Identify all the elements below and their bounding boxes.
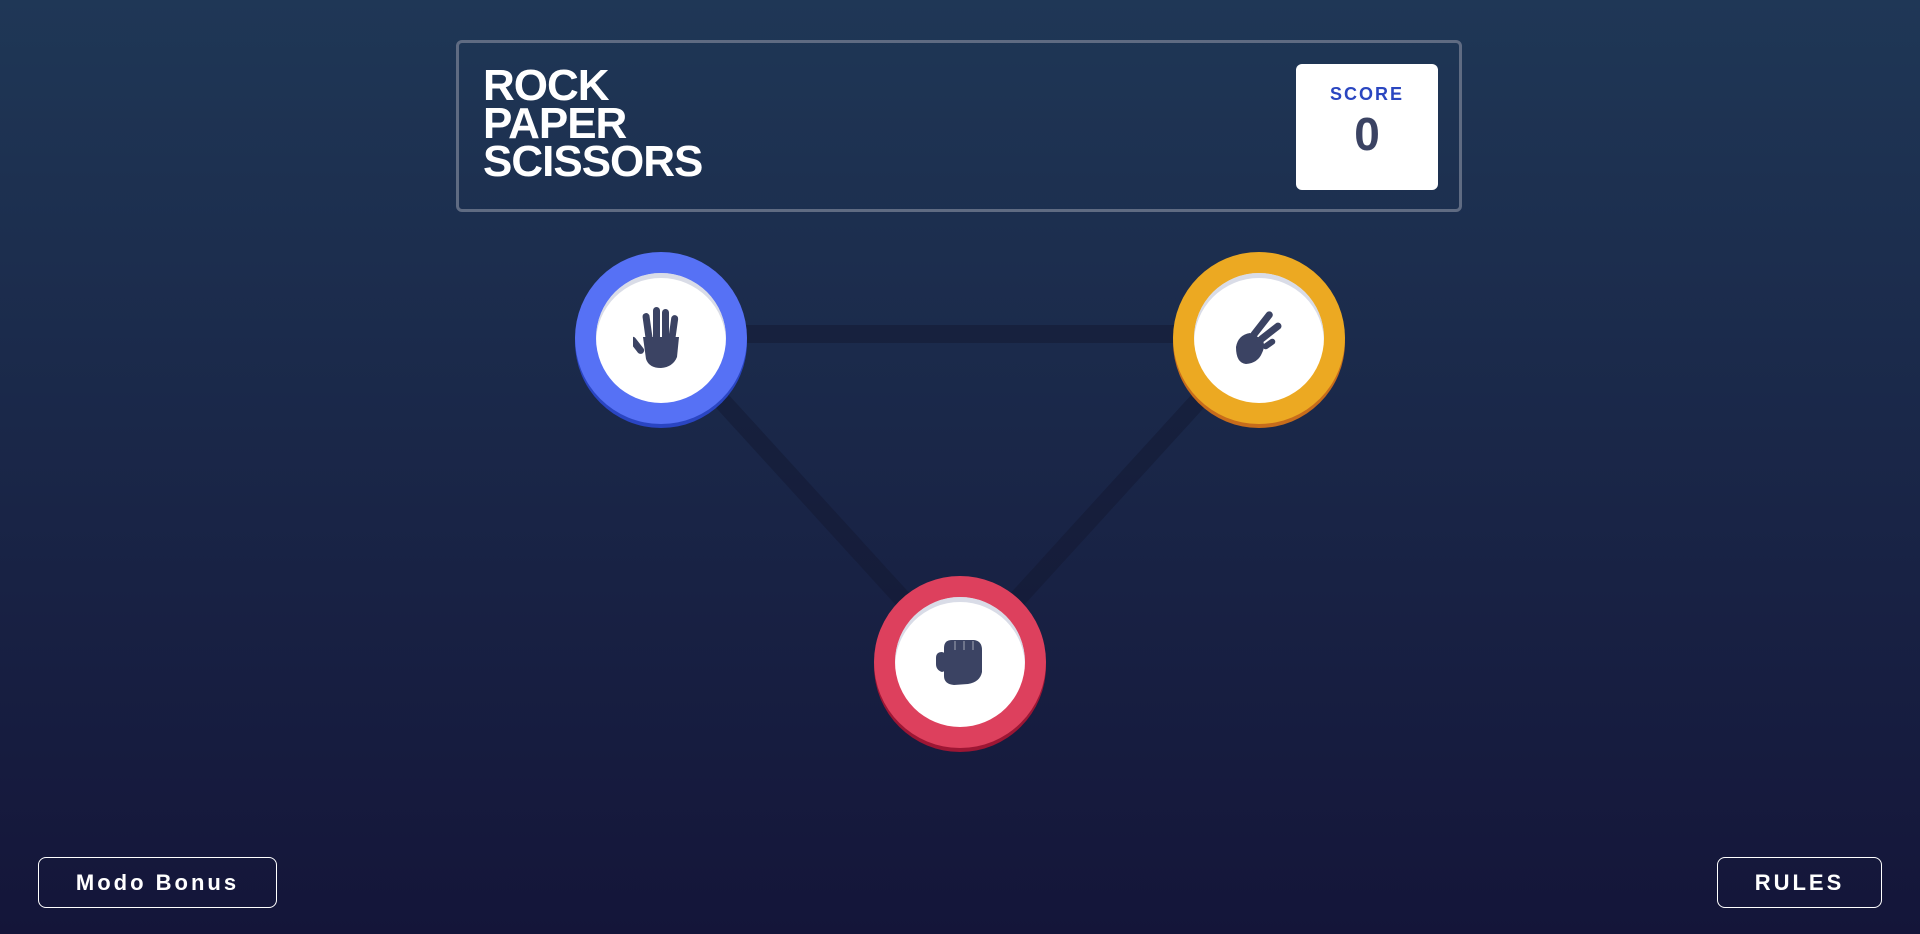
rules-button[interactable]: RULES	[1717, 857, 1882, 908]
rock-token-face	[895, 597, 1025, 727]
title-line-scissors: SCISSORS	[483, 137, 703, 186]
game-header: ROCK PAPER SCISSORS SCORE 0	[456, 40, 1462, 212]
rock-choice-button[interactable]	[874, 576, 1046, 748]
paper-hand-icon	[633, 307, 679, 368]
game-title: ROCK PAPER SCISSORS	[483, 64, 703, 186]
rock-fist-icon	[936, 640, 982, 685]
scissors-choice-button[interactable]	[1173, 252, 1345, 424]
scissors-token-face	[1194, 273, 1324, 403]
bonus-mode-button[interactable]: Modo Bonus	[38, 857, 277, 908]
paper-choice-button[interactable]	[575, 252, 747, 424]
scissors-hand-icon	[1236, 311, 1282, 364]
score-box: SCORE 0	[1296, 64, 1438, 190]
score-value: 0	[1354, 108, 1380, 160]
score-label: SCORE	[1329, 84, 1404, 104]
paper-token-face	[596, 273, 726, 403]
